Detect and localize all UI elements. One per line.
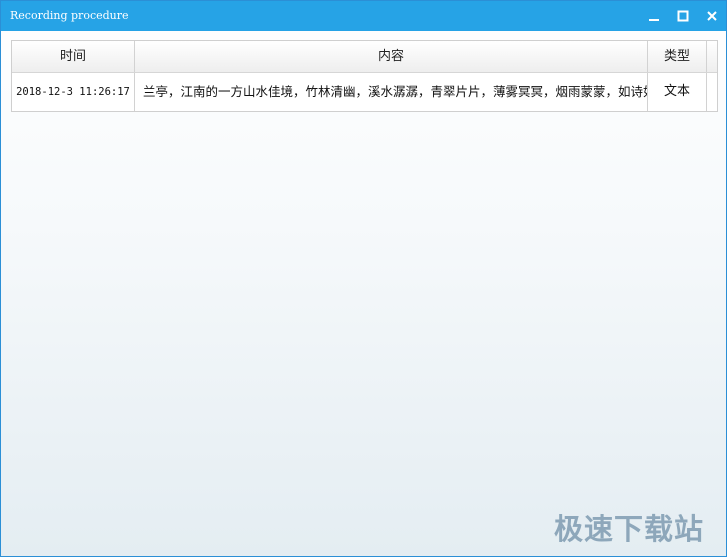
cell-filler [707, 73, 717, 111]
close-button[interactable] [699, 1, 725, 31]
cell-content: 兰亭，江南的一方山水佳境，竹林清幽，溪水潺潺，青翠片片，薄雾冥冥，烟雨蒙蒙，如诗… [135, 73, 648, 111]
column-header-filler [707, 41, 717, 72]
table-header: 时间 内容 类型 [12, 41, 717, 73]
window-title: Recording procedure [10, 9, 129, 22]
column-header-content[interactable]: 内容 [135, 41, 648, 72]
table-row[interactable]: 2018-12-3 11:26:17 兰亭，江南的一方山水佳境，竹林清幽，溪水潺… [12, 73, 717, 111]
maximize-button[interactable] [670, 1, 696, 31]
cell-type: 文本 [648, 73, 707, 111]
watermark-logo: 极速下载站 [554, 512, 705, 546]
maximize-icon [677, 10, 689, 22]
record-table: 时间 内容 类型 2018-12-3 11:26:17 兰亭，江南的一方山水佳境… [11, 40, 718, 112]
close-icon [707, 11, 717, 21]
recording-procedure-window: Recording procedure 时间 内容 类型 2018-12-3 1… [0, 0, 727, 557]
minimize-button[interactable] [641, 1, 667, 31]
column-header-type[interactable]: 类型 [648, 41, 707, 72]
title-bar[interactable]: Recording procedure [1, 1, 726, 31]
column-header-time[interactable]: 时间 [12, 41, 135, 72]
cell-time: 2018-12-3 11:26:17 [12, 73, 135, 111]
minimize-icon [649, 19, 659, 21]
